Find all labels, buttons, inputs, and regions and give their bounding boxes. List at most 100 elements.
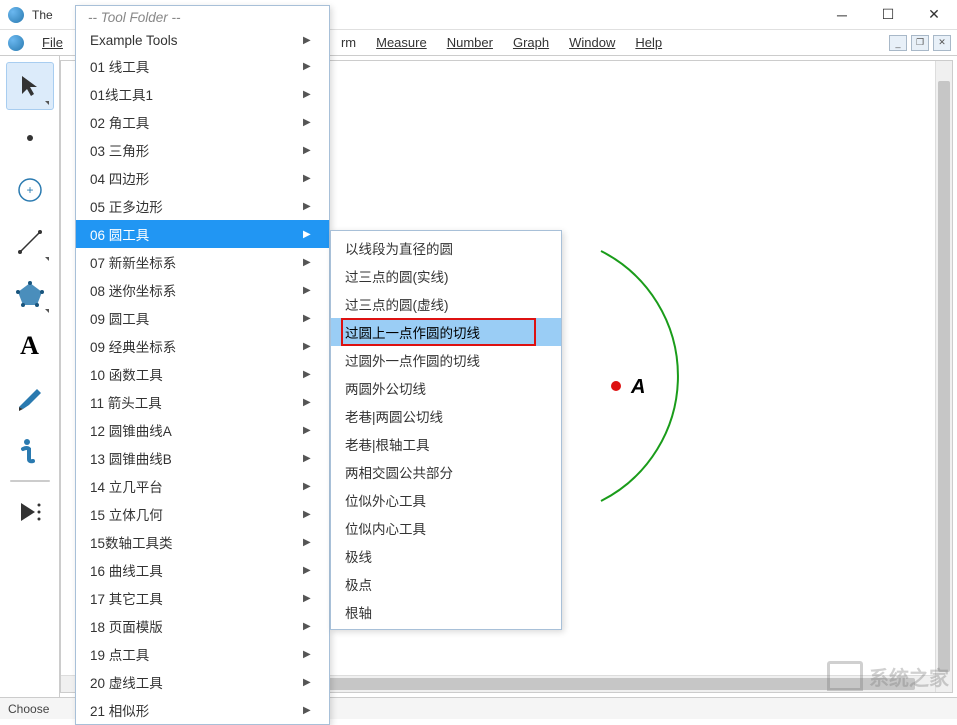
submenu-arrow-icon: ▶ bbox=[303, 313, 311, 324]
tools-menu-item[interactable]: Example Tools▶ bbox=[76, 29, 329, 52]
tools-menu-item[interactable]: 18 页面模版 ▶ bbox=[76, 612, 329, 640]
tools-menu-item[interactable]: 07 新新坐标系▶ bbox=[76, 248, 329, 276]
tools-menu-item[interactable]: 10 函数工具▶ bbox=[76, 360, 329, 388]
submenu-arrow-icon: ▶ bbox=[303, 89, 311, 100]
submenu-arrow-icon: ▶ bbox=[303, 397, 311, 408]
submenu-item[interactable]: 两圆外公切线 bbox=[331, 374, 561, 402]
submenu-item[interactable]: 两相交圆公共部分 bbox=[331, 458, 561, 486]
menu-item-label: 15 立体几何 bbox=[90, 504, 279, 524]
polygon-tool[interactable] bbox=[6, 270, 54, 318]
submenu-arrow-icon: ▶ bbox=[303, 145, 311, 156]
menu-item-label: 03 三角形 bbox=[90, 140, 279, 160]
marker-tool[interactable] bbox=[6, 374, 54, 422]
menu-item-label: 19 点工具 bbox=[90, 644, 279, 664]
tools-menu-item[interactable]: 15数轴工具类▶ bbox=[76, 528, 329, 556]
menu-transform[interactable]: rm bbox=[331, 30, 366, 55]
document-icon bbox=[8, 35, 24, 51]
submenu-item[interactable]: 过三点的圆(实线) bbox=[331, 262, 561, 290]
menu-item-label: 10 函数工具 bbox=[90, 364, 279, 384]
tools-menu-item[interactable]: 12 圆锥曲线A▶ bbox=[76, 416, 329, 444]
submenu-item[interactable]: 老巷|根轴工具 bbox=[331, 430, 561, 458]
tools-menu-item[interactable]: 02 角工具▶ bbox=[76, 108, 329, 136]
point-tool[interactable] bbox=[6, 114, 54, 162]
submenu-item[interactable]: 以线段为直径的圆 bbox=[331, 234, 561, 262]
menu-item-label: 17 其它工具 bbox=[90, 588, 279, 608]
submenu-item[interactable]: 根轴 bbox=[331, 598, 561, 626]
tools-menu-item[interactable]: 19 点工具▶ bbox=[76, 640, 329, 668]
text-icon: A bbox=[20, 331, 39, 361]
submenu-item[interactable]: 过圆上一点作圆的切线 bbox=[331, 318, 561, 346]
menu-item-label: 21 相似形 bbox=[90, 700, 279, 720]
mdi-controls: _ ❐ ✕ bbox=[889, 35, 957, 51]
tools-menu-item[interactable]: 01线工具1 ▶ bbox=[76, 80, 329, 108]
info-tool[interactable] bbox=[6, 426, 54, 474]
menu-window[interactable]: Window bbox=[559, 30, 625, 55]
tools-menu-item[interactable]: 03 三角形 ▶ bbox=[76, 136, 329, 164]
tools-menu-item[interactable]: 08 迷你坐标系▶ bbox=[76, 276, 329, 304]
tools-menu-item[interactable]: 09 圆工具▶ bbox=[76, 304, 329, 332]
menu-measure[interactable]: Measure bbox=[366, 30, 437, 55]
submenu-item-label: 老巷|根轴工具 bbox=[345, 434, 543, 454]
submenu-arrow-icon: ▶ bbox=[303, 537, 311, 548]
tools-menu-item[interactable]: 11 箭头工具▶ bbox=[76, 388, 329, 416]
close-button[interactable]: ✕ bbox=[911, 0, 957, 30]
tools-menu-item[interactable]: 01 线工具▶ bbox=[76, 52, 329, 80]
tools-menu-item[interactable]: 21 相似形 ▶ bbox=[76, 696, 329, 724]
submenu-item[interactable]: 极点 bbox=[331, 570, 561, 598]
submenu-arrow-icon: ▶ bbox=[303, 173, 311, 184]
vertical-scrollbar[interactable] bbox=[935, 61, 952, 692]
custom-tool[interactable] bbox=[6, 488, 54, 536]
submenu-item-label: 老巷|两圆公切线 bbox=[345, 406, 543, 426]
submenu-item-label: 过圆上一点作圆的切线 bbox=[345, 322, 543, 342]
menu-item-label: 04 四边形 bbox=[90, 168, 279, 188]
arrow-tool[interactable] bbox=[6, 62, 54, 110]
menu-item-label: 01线工具1 bbox=[90, 84, 279, 104]
dropdown-header: -- Tool Folder -- bbox=[76, 6, 329, 29]
menu-file[interactable]: File bbox=[32, 30, 73, 55]
tools-menu-item[interactable]: 20 虚线工具▶ bbox=[76, 668, 329, 696]
tools-menu-item[interactable]: 14 立几平台▶ bbox=[76, 472, 329, 500]
circle-tool[interactable]: + bbox=[6, 166, 54, 214]
submenu-item[interactable]: 极线 bbox=[331, 542, 561, 570]
tools-menu-item[interactable]: 16 曲线工具▶ bbox=[76, 556, 329, 584]
text-tool[interactable]: A bbox=[6, 322, 54, 370]
tools-menu-item[interactable]: 04 四边形 ▶ bbox=[76, 164, 329, 192]
tools-menu-item[interactable]: 17 其它工具▶ bbox=[76, 584, 329, 612]
tools-menu-item[interactable]: 09 经典坐标系 ▶ bbox=[76, 332, 329, 360]
circle-icon: + bbox=[16, 176, 44, 204]
point-label: A bbox=[630, 376, 645, 398]
submenu-item[interactable]: 老巷|两圆公切线 bbox=[331, 402, 561, 430]
maximize-button[interactable]: ☐ bbox=[865, 0, 911, 30]
submenu-item-label: 过三点的圆(虚线) bbox=[345, 294, 543, 314]
submenu-item[interactable]: 位似外心工具 bbox=[331, 486, 561, 514]
submenu-item[interactable]: 位似内心工具 bbox=[331, 514, 561, 542]
menu-item-label: 12 圆锥曲线A bbox=[90, 420, 279, 440]
menu-item-label: Example Tools bbox=[90, 33, 279, 48]
mdi-restore-button[interactable]: ❐ bbox=[911, 35, 929, 51]
submenu-item[interactable]: 过圆外一点作圆的切线 bbox=[331, 346, 561, 374]
submenu-arrow-icon: ▶ bbox=[303, 453, 311, 464]
mdi-minimize-button[interactable]: _ bbox=[889, 35, 907, 51]
tools-menu-item[interactable]: 13 圆锥曲线B▶ bbox=[76, 444, 329, 472]
menu-item-label: 18 页面模版 bbox=[90, 616, 279, 636]
submenu-arrow-icon: ▶ bbox=[303, 341, 311, 352]
menu-graph[interactable]: Graph bbox=[503, 30, 559, 55]
menu-item-label: 14 立几平台 bbox=[90, 476, 279, 496]
submenu-item[interactable]: 过三点的圆(虚线) bbox=[331, 290, 561, 318]
submenu-arrow-icon: ▶ bbox=[303, 621, 311, 632]
tools-menu-item[interactable]: 15 立体几何▶ bbox=[76, 500, 329, 528]
line-tool[interactable] bbox=[6, 218, 54, 266]
menu-help[interactable]: Help bbox=[625, 30, 672, 55]
play-icon bbox=[17, 499, 43, 525]
menu-item-label: 09 经典坐标系 bbox=[90, 336, 279, 356]
menu-number[interactable]: Number bbox=[437, 30, 503, 55]
submenu-arrow-icon: ▶ bbox=[303, 705, 311, 716]
minimize-button[interactable]: ─ bbox=[819, 0, 865, 30]
tools-menu-item[interactable]: 05 正多边形▶ bbox=[76, 192, 329, 220]
submenu-item-label: 极点 bbox=[345, 574, 543, 594]
mdi-close-button[interactable]: ✕ bbox=[933, 35, 951, 51]
submenu-arrow-icon: ▶ bbox=[303, 285, 311, 296]
submenu-arrow-icon: ▶ bbox=[303, 565, 311, 576]
menu-item-label: 02 角工具 bbox=[90, 112, 279, 132]
tools-menu-item[interactable]: 06 圆工具▶ bbox=[76, 220, 329, 248]
